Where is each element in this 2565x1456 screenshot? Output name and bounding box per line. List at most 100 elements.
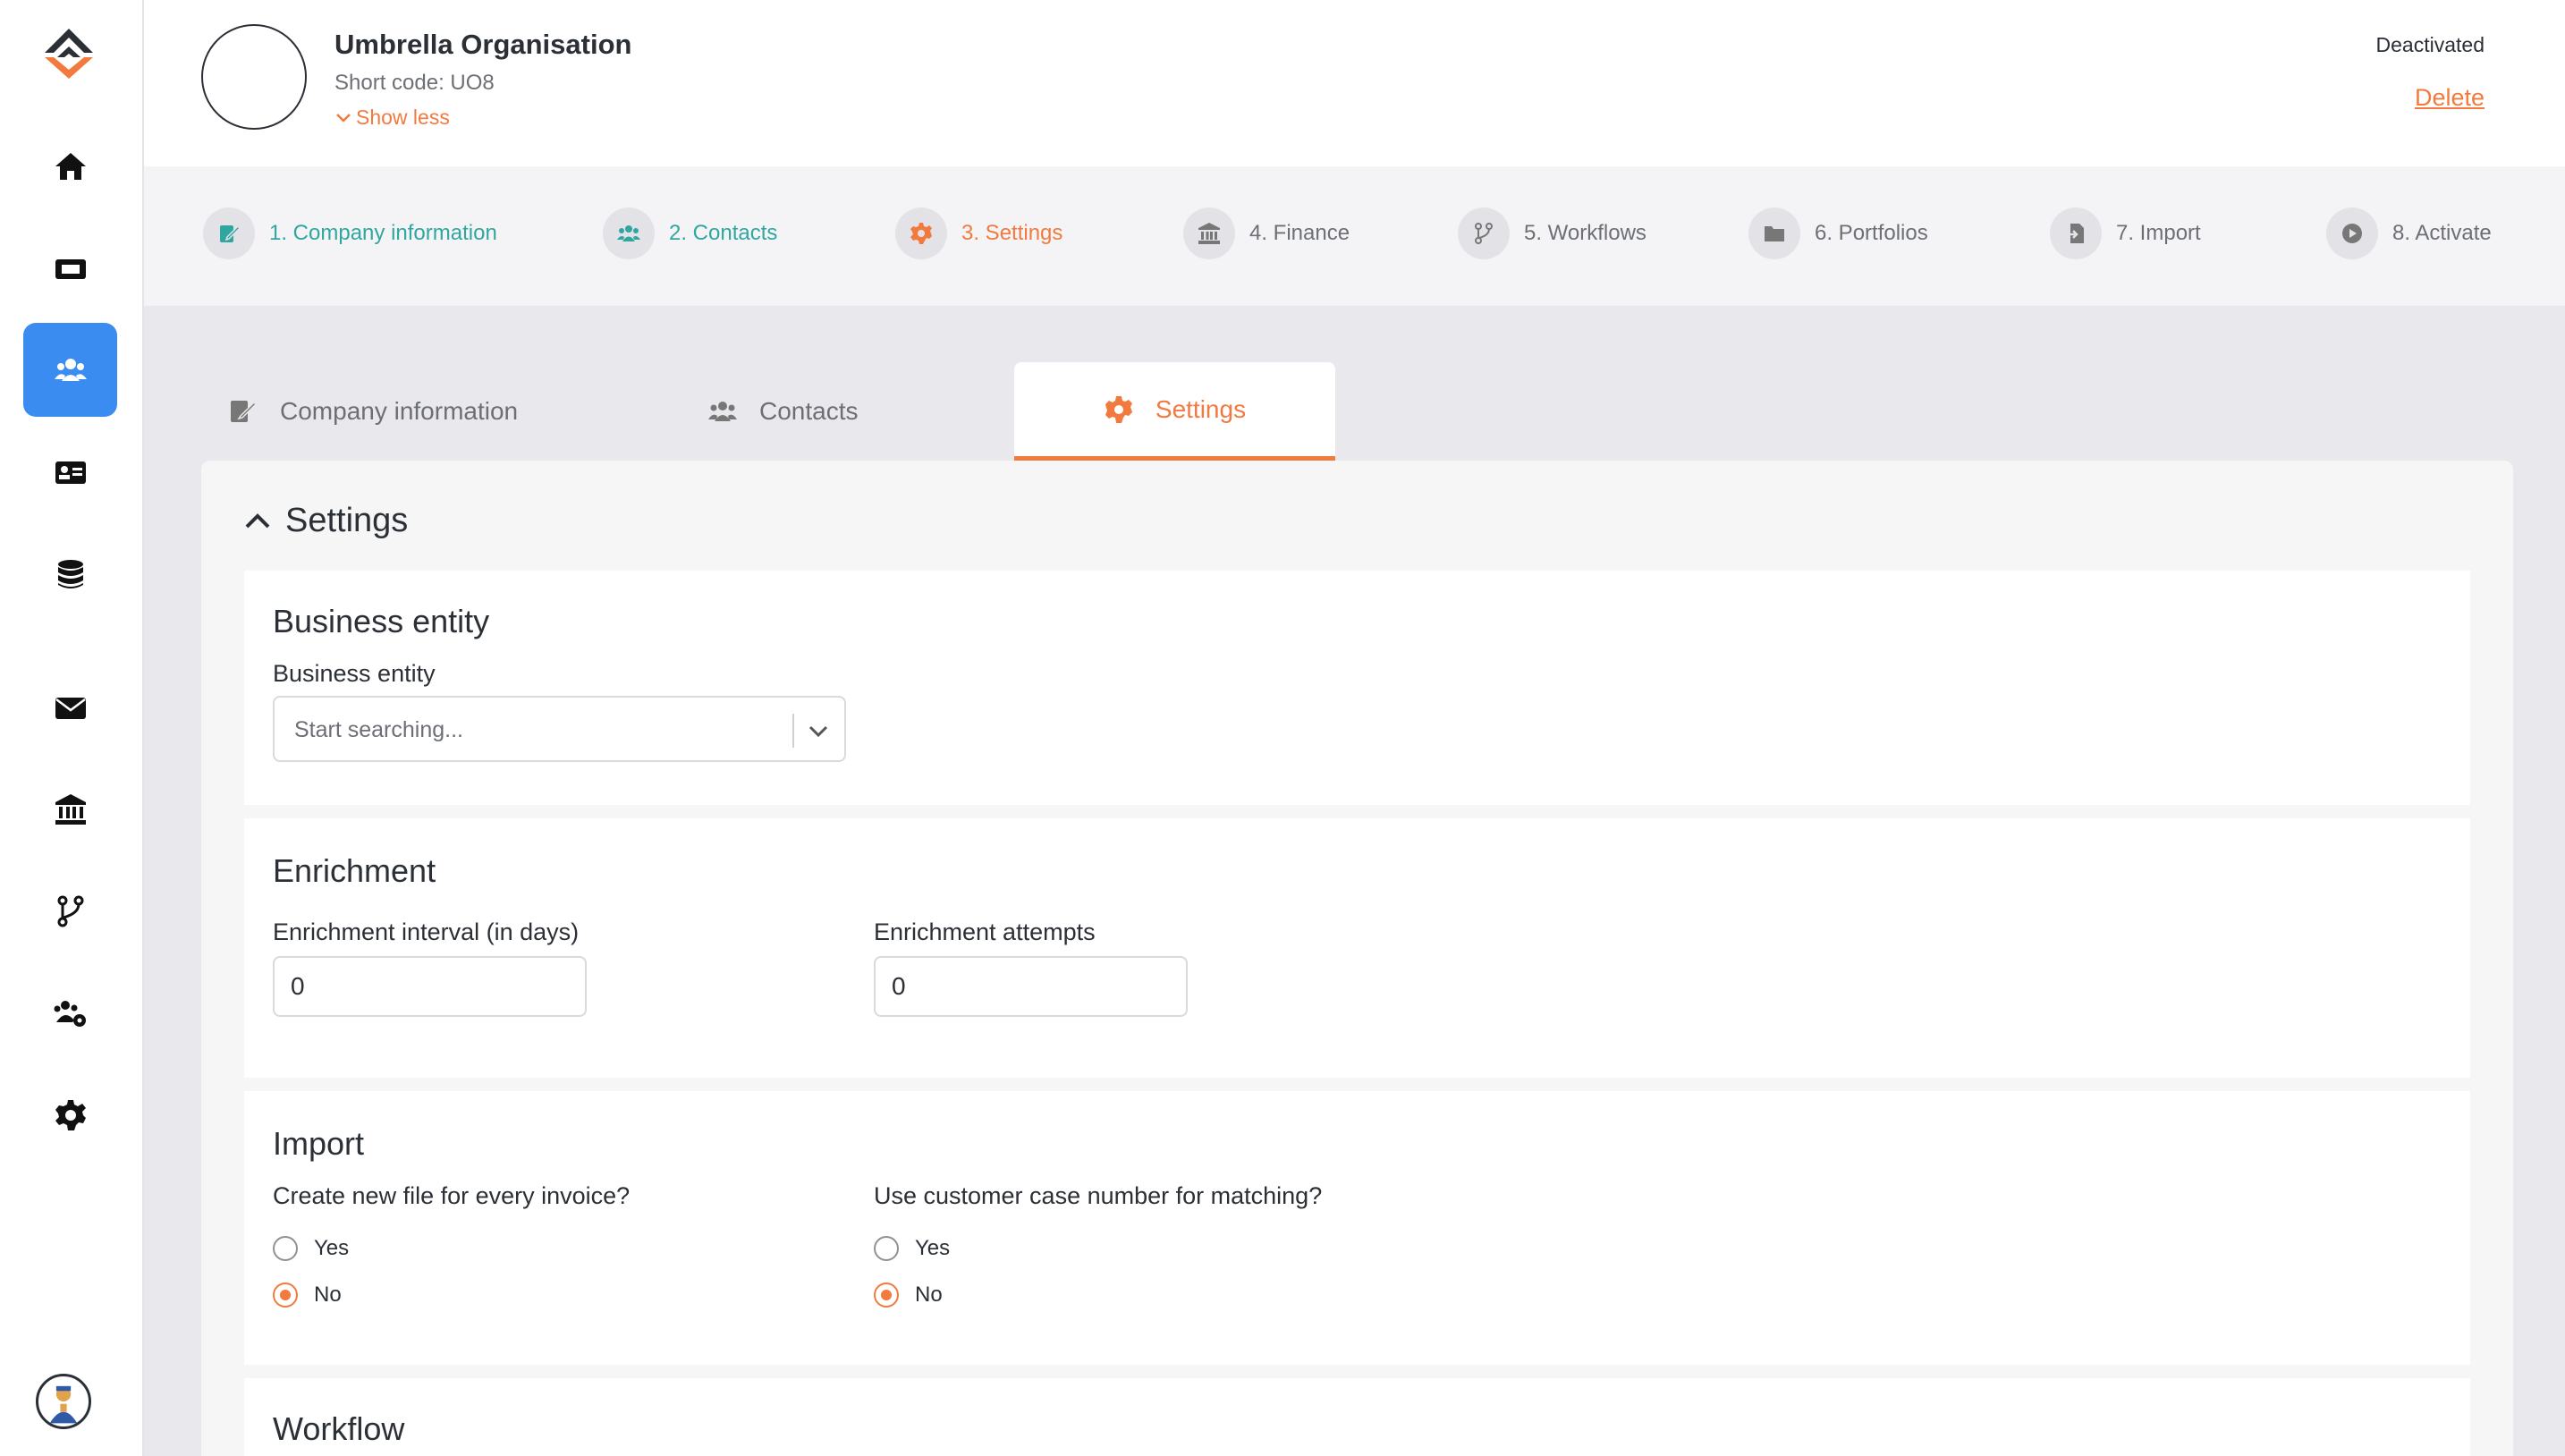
gear-icon	[1105, 395, 1132, 423]
select-divider	[792, 714, 794, 748]
id-card-icon	[55, 461, 86, 484]
nav-mail[interactable]	[23, 660, 117, 754]
edit-document-icon	[231, 401, 258, 422]
business-entity-select[interactable]: Start searching...	[273, 696, 846, 762]
enrichment-interval-input[interactable]: 0	[273, 956, 587, 1017]
radio-case-number-yes[interactable]: Yes	[874, 1236, 950, 1261]
chevron-up-icon	[245, 512, 270, 528]
gear-icon	[55, 1099, 86, 1130]
step-label: 2. Contacts	[669, 221, 778, 245]
workflow-card: Workflow	[244, 1378, 2470, 1456]
field-label: Use customer case number for matching?	[874, 1182, 1323, 1209]
home-icon	[55, 152, 86, 180]
main-content: Company information Contacts Settings Se…	[144, 306, 2565, 1456]
tab-settings[interactable]: Settings	[1014, 362, 1335, 461]
import-card: Import Create new file for every invoice…	[244, 1091, 2470, 1365]
gear-icon	[910, 223, 932, 244]
mail-icon	[55, 697, 86, 719]
card-title: Workflow	[273, 1410, 405, 1447]
play-circle-icon	[2342, 224, 2362, 243]
users-icon	[54, 358, 87, 381]
branch-icon	[1475, 223, 1493, 244]
show-less-toggle[interactable]: Show less	[334, 106, 450, 130]
status-label: Deactivated	[2375, 33, 2485, 56]
step-workflows[interactable]: 5. Workflows	[1458, 207, 1647, 259]
bank-icon	[1198, 223, 1220, 244]
nav-database[interactable]	[23, 527, 117, 621]
business-entity-card: Business entity Business entity Start se…	[244, 571, 2470, 805]
field-label: Business entity	[273, 660, 436, 687]
field-label: Enrichment interval (in days)	[273, 918, 580, 945]
import-icon	[2066, 224, 2084, 243]
users-icon	[708, 402, 737, 421]
nav-organisations[interactable]	[23, 323, 117, 417]
tab-contacts[interactable]: Contacts	[707, 362, 922, 461]
step-activate[interactable]: 8. Activate	[2326, 207, 2492, 259]
side-nav	[0, 0, 144, 1456]
panel-title: Settings	[285, 502, 409, 539]
card-title: Business entity	[273, 603, 490, 639]
show-less-label: Show less	[356, 106, 450, 129]
step-label: 7. Import	[2116, 221, 2201, 245]
nav-tickets[interactable]	[23, 221, 117, 315]
radio-label: No	[314, 1282, 342, 1307]
nav-workflows[interactable]	[23, 864, 117, 958]
users-gear-icon	[54, 1000, 86, 1027]
step-finance[interactable]: 4. Finance	[1183, 207, 1350, 259]
field-label: Create new file for every invoice?	[273, 1182, 631, 1209]
field-label: Enrichment attempts	[874, 918, 1096, 945]
tab-company-information[interactable]: Company information	[228, 362, 532, 461]
folder-icon	[1765, 226, 1784, 241]
org-short-code: Short code: UO8	[334, 71, 495, 95]
radio-button[interactable]	[273, 1282, 298, 1308]
nav-home[interactable]	[23, 119, 117, 213]
card-title: Enrichment	[273, 852, 436, 889]
enrichment-attempts-input[interactable]: 0	[874, 956, 1188, 1017]
step-settings[interactable]: 3. Settings	[895, 207, 1062, 259]
tab-label: Settings	[1155, 394, 1247, 423]
radio-invoice-yes[interactable]: Yes	[273, 1236, 349, 1261]
nav-finance[interactable]	[23, 762, 117, 856]
delete-link[interactable]: Delete	[2415, 84, 2485, 112]
step-company-information[interactable]: 1. Company information	[203, 207, 497, 259]
step-portfolios[interactable]: 6. Portfolios	[1748, 207, 1928, 259]
radio-button[interactable]	[874, 1282, 899, 1308]
radio-label: Yes	[915, 1236, 951, 1260]
chevron-down-icon	[336, 113, 351, 123]
select-placeholder: Start searching...	[294, 717, 463, 742]
step-contacts[interactable]: 2. Contacts	[603, 207, 777, 259]
org-name: Umbrella Organisation	[334, 29, 632, 60]
org-avatar	[201, 24, 307, 130]
step-label: 5. Workflows	[1524, 221, 1647, 245]
nav-contacts[interactable]	[23, 425, 117, 519]
radio-label: Yes	[314, 1236, 350, 1260]
org-header: Umbrella Organisation Short code: UO8 Sh…	[144, 0, 2565, 166]
user-avatar[interactable]	[36, 1374, 91, 1429]
step-label: 6. Portfolios	[1815, 221, 1928, 245]
step-label: 1. Company information	[269, 221, 497, 245]
step-label: 3. Settings	[961, 221, 1063, 245]
chevron-down-icon[interactable]	[805, 717, 832, 744]
users-icon	[617, 225, 640, 241]
settings-section-toggle[interactable]: Settings	[242, 502, 408, 540]
step-label: 8. Activate	[2392, 221, 2492, 245]
settings-panel: Settings Business entity Business entity…	[201, 461, 2513, 1456]
radio-invoice-no[interactable]: No	[273, 1282, 342, 1308]
step-label: 4. Finance	[1249, 221, 1350, 245]
tab-label: Company information	[280, 397, 519, 425]
database-icon	[57, 559, 83, 588]
app-logo-icon[interactable]	[38, 25, 100, 82]
radio-case-number-no[interactable]: No	[874, 1282, 943, 1308]
radio-button[interactable]	[874, 1236, 899, 1261]
ticket-icon	[55, 258, 86, 279]
edit-document-icon	[220, 224, 241, 242]
onboarding-stepper: 1. Company information 2. Contacts 3. Se…	[144, 166, 2565, 306]
enrichment-card: Enrichment Enrichment interval (in days)…	[244, 818, 2470, 1078]
radio-button[interactable]	[273, 1236, 298, 1261]
radio-label: No	[915, 1282, 943, 1307]
tab-label: Contacts	[759, 397, 859, 425]
step-import[interactable]: 7. Import	[2050, 207, 2201, 259]
branch-icon	[57, 895, 83, 927]
nav-settings[interactable]	[23, 1068, 117, 1162]
nav-user-settings[interactable]	[23, 966, 117, 1060]
